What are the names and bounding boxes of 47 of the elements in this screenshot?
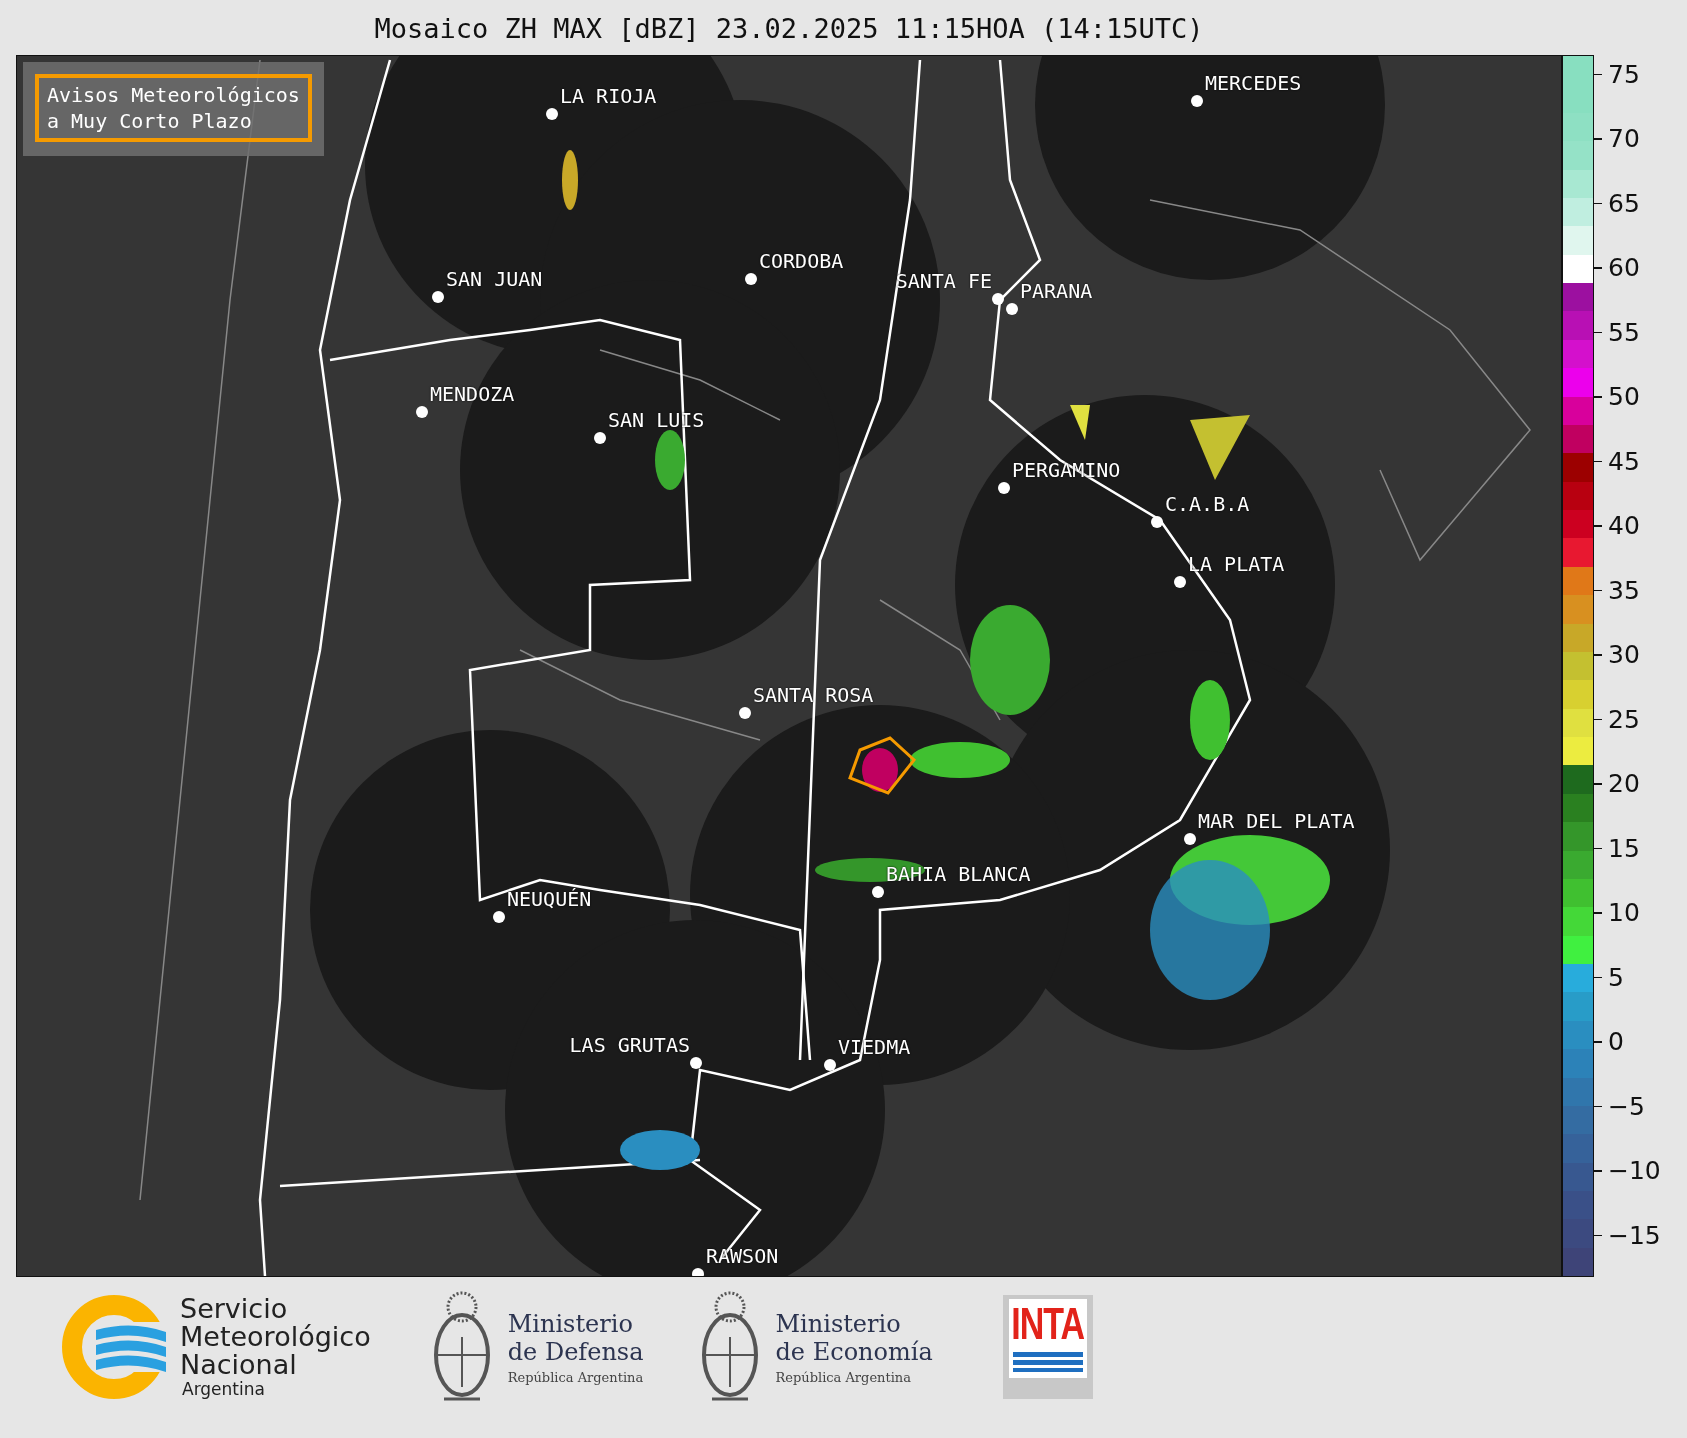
scale-tick-label: −10 bbox=[1608, 1156, 1661, 1186]
city-label: MENDOZA bbox=[430, 382, 515, 406]
city-label: CORDOBA bbox=[759, 249, 844, 273]
country-label: Argentina bbox=[182, 1379, 266, 1399]
stripes-icon bbox=[1012, 1352, 1083, 1372]
scale-tick-label: 5 bbox=[1608, 962, 1624, 992]
city-label: MAR DEL PLATA bbox=[1198, 809, 1355, 833]
scale-tick-label: −15 bbox=[1608, 1220, 1661, 1250]
scale-tick-label: 30 bbox=[1608, 640, 1640, 670]
scale-tick-label: 50 bbox=[1608, 382, 1640, 412]
city-label: C.A.B.A bbox=[1165, 492, 1250, 516]
country-label: República Argentina bbox=[775, 1369, 912, 1385]
scale-tick-label: 25 bbox=[1608, 704, 1640, 734]
scale-tick-label: 15 bbox=[1608, 833, 1640, 863]
ministry-name: de Defensa bbox=[507, 1337, 644, 1366]
scale-tick-label: 40 bbox=[1608, 511, 1640, 541]
scale-tick-label: 60 bbox=[1608, 253, 1640, 283]
warning-legend-label: Avisos Meteorológicos a Muy Corto Plazo bbox=[35, 74, 312, 142]
city-label: RAWSON bbox=[706, 1244, 779, 1268]
scale-tick-label: 45 bbox=[1608, 446, 1640, 476]
scale-tick-label: 20 bbox=[1608, 769, 1640, 799]
agency-name: Meteorológico bbox=[180, 1323, 371, 1351]
scale-tick-label: 35 bbox=[1608, 575, 1640, 605]
ministry-name: Ministerio bbox=[775, 1309, 902, 1338]
scale-tick-label: 0 bbox=[1608, 1027, 1624, 1057]
city-label: SAN JUAN bbox=[446, 267, 543, 291]
city-label: PARANA bbox=[1020, 279, 1093, 303]
scale-tick-label: 70 bbox=[1608, 124, 1640, 154]
city-label: MERCEDES bbox=[1205, 71, 1302, 95]
city-label: SANTA ROSA bbox=[753, 683, 874, 707]
scale-tick-label: 55 bbox=[1608, 317, 1640, 347]
scale-tick-label: 75 bbox=[1608, 59, 1640, 89]
city-label: NEUQUÉN bbox=[507, 887, 592, 911]
city-label: BAHIA BLANCA bbox=[886, 862, 1031, 886]
chart-title: Mosaico ZH MAX [dBZ] 23.02.2025 11:15HOA (14:15UTC) bbox=[373, 13, 1205, 44]
logo-wordmark: INTA bbox=[1011, 1299, 1085, 1350]
city-label: LA RIOJA bbox=[560, 84, 657, 108]
country-label: República Argentina bbox=[507, 1369, 644, 1385]
ministry-name: de Economía bbox=[775, 1337, 933, 1366]
ministry-name: Ministerio bbox=[507, 1309, 634, 1338]
agency-name: Nacional bbox=[180, 1351, 297, 1379]
agency-name: Servicio bbox=[180, 1295, 289, 1323]
warning-area-outline bbox=[848, 736, 917, 795]
scale-tick-label: −5 bbox=[1608, 1091, 1645, 1121]
city-label: LAS GRUTAS bbox=[569, 1033, 690, 1057]
scale-tick-label: 65 bbox=[1608, 188, 1640, 218]
scale-tick-label: 10 bbox=[1608, 898, 1640, 928]
